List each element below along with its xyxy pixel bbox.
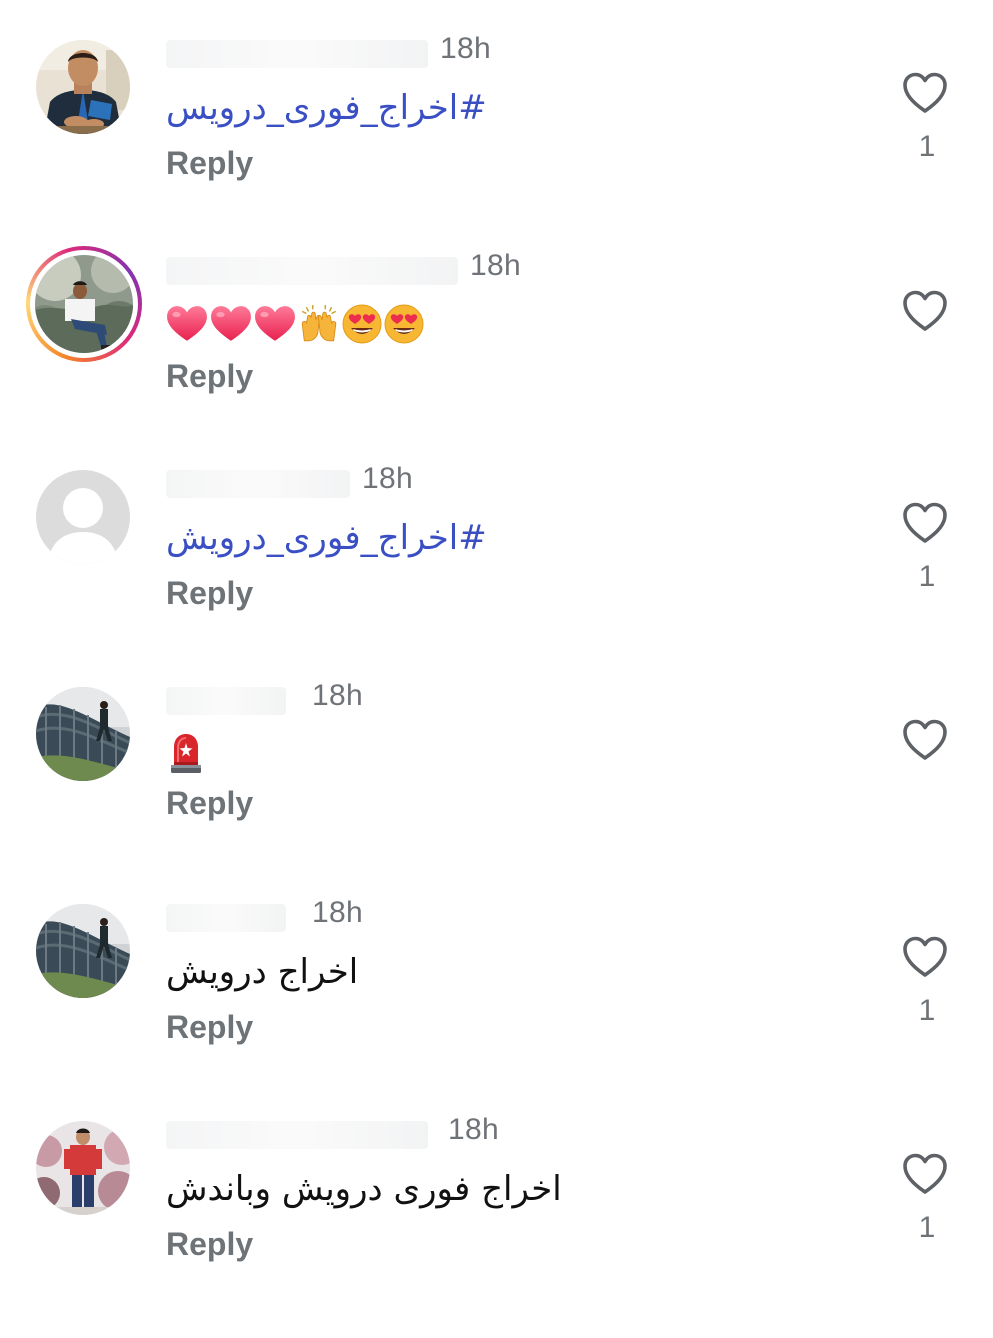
user-photo-avatar[interactable]: [36, 40, 130, 134]
comment-text: اخراج درویش: [166, 952, 359, 992]
siren-icon: [166, 731, 206, 775]
username-blurred[interactable]: [166, 40, 428, 68]
red-heart-icon: [210, 305, 252, 343]
story-ring-avatar[interactable]: [26, 246, 142, 362]
comment-time: 18h: [312, 679, 363, 712]
username-blurred[interactable]: [166, 1121, 428, 1149]
comment-item: 18h اخراج فوری درویش وباندش Reply 1: [0, 1113, 993, 1338]
default-avatar[interactable]: [36, 470, 130, 564]
reply-button[interactable]: Reply: [166, 785, 253, 822]
heart-eyes-icon: [384, 304, 424, 344]
comment-text: اخراج فوری درویش وباندش: [166, 1169, 562, 1209]
comment-time: 18h: [362, 462, 413, 495]
reply-button[interactable]: Reply: [166, 1009, 253, 1046]
like-heart-icon[interactable]: [902, 1153, 948, 1195]
heart-eyes-icon: [342, 304, 382, 344]
comment-time: 18h: [470, 249, 521, 282]
like-heart-icon[interactable]: [902, 936, 948, 978]
comment-emojis: [166, 731, 206, 775]
red-heart-icon: [166, 305, 208, 343]
like-heart-icon[interactable]: [902, 290, 948, 332]
reply-button[interactable]: Reply: [166, 358, 253, 395]
username-blurred[interactable]: [166, 687, 286, 715]
like-heart-icon[interactable]: [902, 502, 948, 544]
username-blurred[interactable]: [166, 904, 286, 932]
red-shirt-photo-avatar[interactable]: [36, 1121, 130, 1215]
red-heart-icon: [254, 305, 296, 343]
bridge-photo-avatar[interactable]: [36, 687, 130, 781]
like-heart-icon[interactable]: [902, 72, 948, 114]
like-count[interactable]: 1: [918, 994, 936, 1028]
like-count[interactable]: 1: [918, 560, 936, 594]
comment-emojis: [166, 302, 424, 346]
raising-hands-icon: [298, 303, 340, 345]
comment-time: 18h: [448, 1113, 499, 1146]
comment-item: 18h #اخراج_فوری_درویش Reply 1: [0, 462, 993, 687]
comment-time: 18h: [440, 32, 491, 65]
comment-item: 18h #اخراج_فوری_درویس Reply 1: [0, 32, 993, 257]
like-count[interactable]: 1: [918, 130, 936, 164]
reply-button[interactable]: Reply: [166, 575, 253, 612]
comment-hashtag[interactable]: #اخراج_فوری_درویس: [166, 88, 487, 128]
like-heart-icon[interactable]: [902, 719, 948, 761]
username-blurred[interactable]: [166, 257, 458, 285]
reply-button[interactable]: Reply: [166, 1226, 253, 1263]
comment-hashtag[interactable]: #اخراج_فوری_درویش: [166, 518, 487, 558]
comment-item: 18h Reply: [0, 246, 993, 474]
comment-item: 18h اخراج درویش Reply 1: [0, 896, 993, 1121]
reply-button[interactable]: Reply: [166, 145, 253, 182]
username-blurred[interactable]: [166, 470, 350, 498]
bridge-photo-avatar[interactable]: [36, 904, 130, 998]
comment-item: 18h Reply: [0, 679, 993, 904]
like-count[interactable]: 1: [918, 1211, 936, 1245]
comment-time: 18h: [312, 896, 363, 929]
